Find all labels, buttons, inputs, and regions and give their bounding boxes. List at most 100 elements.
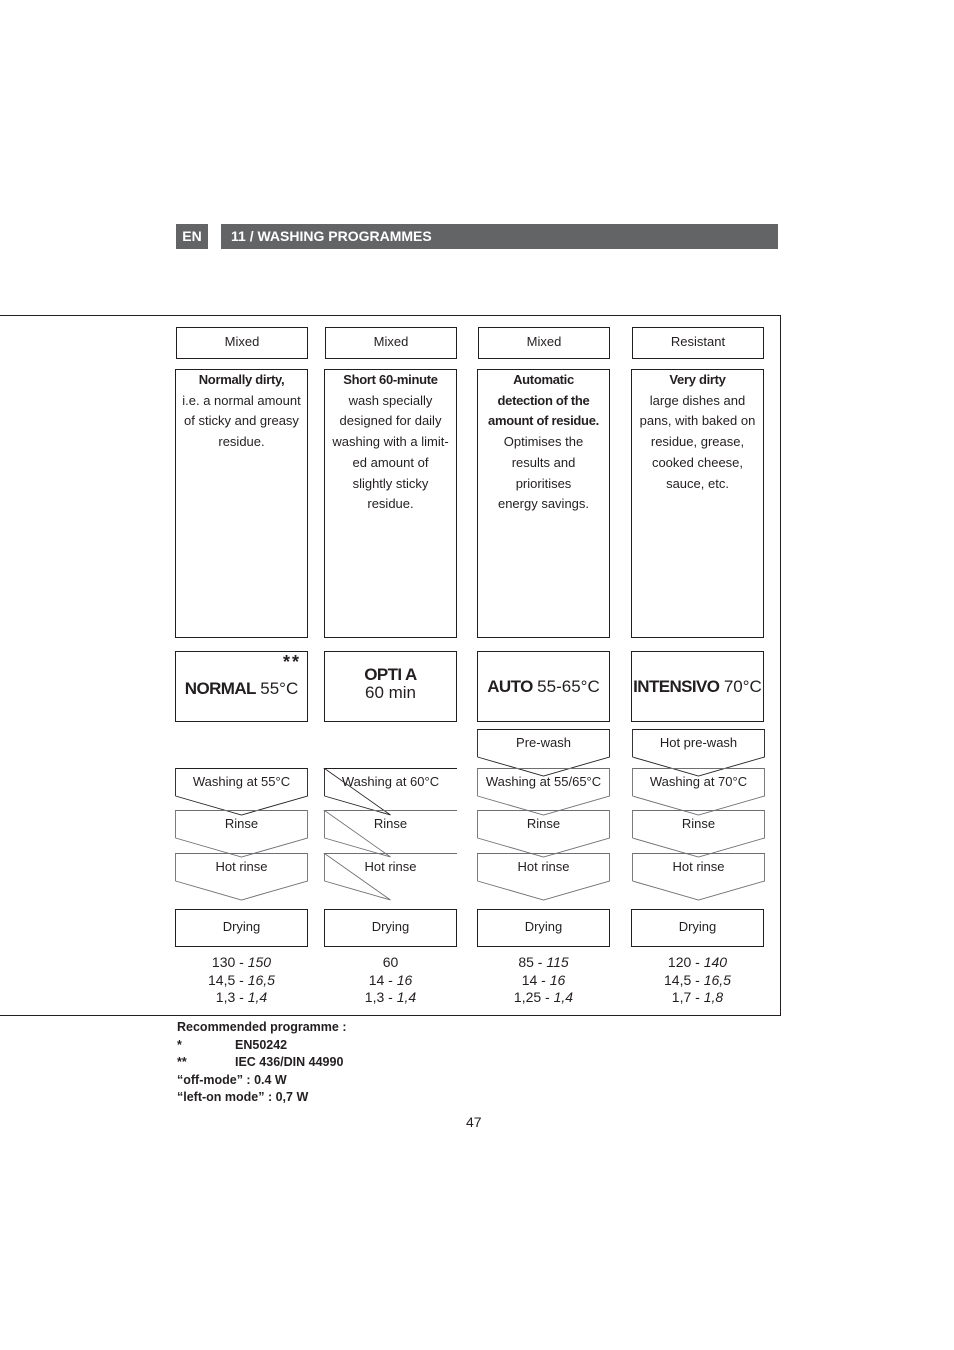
- value-separator: -: [384, 989, 397, 1005]
- description-line: slightly sticky: [352, 475, 429, 491]
- value-max: 16,5: [247, 971, 275, 988]
- standard-marker: **: [282, 652, 301, 672]
- programme-name: AUTO: [487, 676, 533, 696]
- table-frame-bottom: [0, 1015, 781, 1016]
- step-label: Pre-wash: [516, 735, 571, 750]
- programme-values: 85 - 115 14 - 16 1,25 - 1,4: [477, 954, 610, 1007]
- value-max: 1,4: [247, 989, 268, 1005]
- value-row: 1,25 - 1,4: [477, 989, 610, 1007]
- drying-step: Drying: [324, 909, 457, 947]
- description-line: large dishes and: [649, 392, 746, 408]
- programme-name-box[interactable]: OPTI A 60 min: [324, 651, 457, 722]
- dish-type-box: Resistant: [632, 327, 764, 359]
- step-label: Washing at 70°C: [649, 774, 748, 789]
- programme-name-box[interactable]: AUTO 55-65°C: [477, 651, 610, 722]
- description-line: pans, with baked on: [639, 413, 756, 429]
- dish-type-box: Mixed: [325, 327, 457, 359]
- programme-description: Short 60-minute wash specially designed fo…: [324, 369, 457, 638]
- value-separator: -: [691, 954, 704, 970]
- value-row: 1,3 - 1,4: [324, 989, 457, 1007]
- description-bold-line: Automatic: [513, 372, 574, 387]
- programme-temperature: 70°C: [723, 676, 762, 696]
- description-line: residue, grease,: [650, 434, 745, 450]
- left-on-mode-note: “left-on mode” : 0,7 W: [177, 1090, 309, 1104]
- step-label: Washing at 60°C: [341, 774, 440, 789]
- value-min: 1,7: [671, 989, 692, 1005]
- cycle-step: Rinse: [477, 810, 610, 858]
- value-min: 14,5: [208, 971, 236, 988]
- table-frame-top: [0, 315, 781, 316]
- description-line: washing with a limit-: [332, 434, 449, 450]
- value-row: 60: [324, 954, 457, 972]
- value-min: 14: [521, 971, 538, 988]
- cycle-step: Washing at 70°C: [632, 768, 765, 816]
- step-label: Rinse: [526, 816, 561, 831]
- value-min: 120: [667, 954, 692, 970]
- standard-symbol: *: [177, 1037, 182, 1052]
- programme-values: 120 - 140 14,5 - 16,5 1,7 - 1,8: [631, 954, 764, 1007]
- programme-title: AUTO 55-65°C: [487, 677, 599, 697]
- value-separator: -: [691, 989, 704, 1005]
- drying-step: Drying: [631, 909, 764, 947]
- step-label: Rinse: [681, 816, 716, 831]
- value-max: 16,5: [703, 971, 731, 988]
- value-max: 1,4: [553, 989, 574, 1005]
- step-label: Rinse: [373, 816, 408, 831]
- programme-values: 130 - 150 14,5 - 16,5 1,3 - 1,4: [175, 954, 308, 1007]
- value-max: 16: [396, 971, 413, 988]
- step-label: Hot rinse: [672, 859, 725, 874]
- description-bold-line: detection of the: [497, 392, 590, 408]
- programme-title: INTENSIVO 70°C: [633, 677, 762, 697]
- programme-description: Automatic detection of the amount of resid…: [477, 369, 610, 638]
- cycle-step: Rinse: [323, 810, 457, 858]
- programme-name: NORMAL: [184, 678, 257, 698]
- programme-description: Very dirty large dishes and pans, with bak…: [631, 369, 764, 638]
- step-label: Washing at 55/65°C: [485, 774, 602, 789]
- cycle-step: Washing at 55/65°C: [477, 768, 610, 816]
- page-number: 47: [466, 1114, 482, 1130]
- value-row: 1,7 - 1,8: [631, 989, 764, 1007]
- value-separator: -: [235, 971, 248, 988]
- description-line: ed amount of: [352, 454, 429, 470]
- description-line: cooked cheese,: [651, 454, 744, 470]
- step-label: Washing at 55°C: [192, 774, 291, 789]
- value-separator: -: [691, 971, 704, 988]
- programme-duration: 60 min: [364, 683, 417, 702]
- value-row: 85 - 115: [477, 954, 610, 972]
- step-label: Hot rinse: [517, 859, 570, 874]
- standard-label: EN50242: [235, 1037, 288, 1052]
- cycle-step: Washing at 55°C: [175, 768, 308, 816]
- standard-symbol: **: [177, 1055, 187, 1069]
- programme-name-box[interactable]: INTENSIVO 70°C: [631, 651, 764, 722]
- value-min: 1,25: [513, 989, 542, 1005]
- step-label: Hot rinse: [215, 859, 268, 874]
- description-bold-line: amount of residue.: [488, 413, 599, 429]
- programme-name: INTENSIVO: [633, 676, 720, 696]
- value-max: 1,4: [396, 989, 417, 1005]
- value-separator: -: [235, 954, 248, 970]
- description-line: designed for daily: [339, 413, 442, 429]
- cycle-step: Hot rinse: [477, 853, 610, 901]
- description-line: sauce, etc.: [666, 475, 729, 491]
- description-line: results and: [511, 454, 576, 470]
- value-max: 16: [549, 971, 566, 988]
- cycle-step: Hot rinse: [323, 853, 457, 901]
- value-separator: -: [541, 989, 554, 1005]
- language-badge: EN: [176, 224, 208, 249]
- value-separator: -: [384, 971, 397, 988]
- description-line: energy savings.: [497, 496, 590, 512]
- drying-step: Drying: [477, 909, 610, 947]
- value-min: 60: [382, 954, 399, 970]
- value-row: 130 - 150: [175, 954, 308, 972]
- programme-name-box[interactable]: ** NORMAL 55°C: [175, 651, 308, 722]
- description-line: wash specially: [348, 392, 433, 408]
- dish-type-box: Mixed: [478, 327, 610, 359]
- description-line: residue.: [218, 434, 265, 450]
- programme-description: Normally dirty, i.e. a normal amount of st…: [175, 369, 308, 638]
- value-separator: -: [235, 989, 248, 1005]
- standard-label: IEC 436/DIN 44990: [235, 1055, 344, 1069]
- value-row: 14 - 16: [324, 972, 457, 990]
- value-min: 85: [518, 954, 534, 970]
- cycle-step: Washing at 60°C: [323, 768, 457, 816]
- description-line: prioritises: [515, 475, 572, 491]
